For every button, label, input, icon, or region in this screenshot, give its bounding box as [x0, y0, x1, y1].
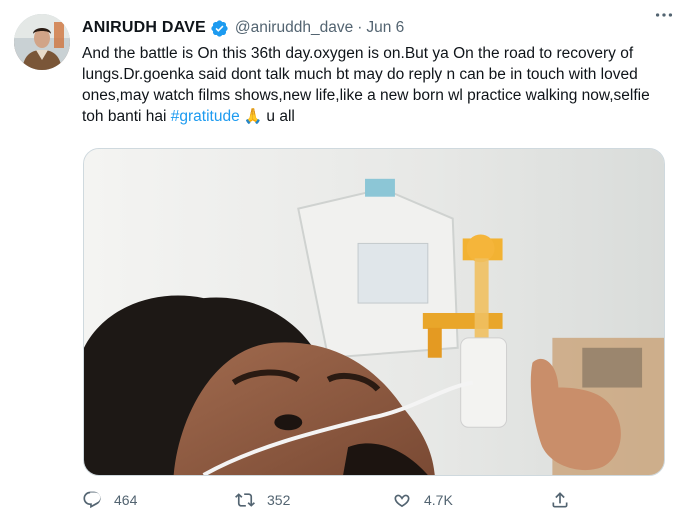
retweet-icon	[235, 493, 255, 507]
tweet-actions: 464 352 4.7K	[80, 486, 600, 514]
like-count: 4.7K	[424, 492, 453, 508]
avatar-image	[14, 14, 70, 70]
reply-count: 464	[114, 492, 138, 508]
selfie-image	[84, 149, 664, 475]
like-button[interactable]: 4.7K	[392, 486, 453, 514]
reply-button[interactable]: 464	[82, 486, 137, 514]
heart-icon	[394, 494, 410, 508]
more-icon[interactable]	[652, 4, 676, 22]
hashtag-link[interactable]: #gratitude	[171, 108, 240, 125]
tweet-photo[interactable]	[83, 148, 665, 476]
retweet-count: 352	[267, 492, 291, 508]
tweet-date[interactable]: Jun 6	[366, 19, 404, 37]
folded-hands-emoji: 🙏	[243, 108, 263, 125]
avatar[interactable]	[14, 14, 70, 70]
verified-badge-icon	[210, 19, 229, 38]
retweet-button[interactable]: 352	[235, 486, 290, 514]
tweet-text: And the battle is On this 36th day.oxyge…	[82, 43, 662, 127]
header-separator: ·	[357, 19, 363, 36]
reply-icon	[83, 491, 101, 509]
tweet-header: ANIRUDH DAVE @aniruddh_dave · Jun 6	[82, 16, 660, 40]
user-handle[interactable]: @aniruddh_dave	[235, 19, 353, 37]
display-name[interactable]: ANIRUDH DAVE	[82, 19, 206, 37]
tweet-card[interactable]: ANIRUDH DAVE @aniruddh_dave · Jun 6 And …	[0, 0, 680, 521]
share-icon	[552, 492, 568, 508]
share-button[interactable]	[550, 486, 582, 514]
tweet-text-main: And the battle is On this 36th day.oxyge…	[82, 45, 650, 125]
tweet-text-tail: u all	[266, 108, 295, 125]
